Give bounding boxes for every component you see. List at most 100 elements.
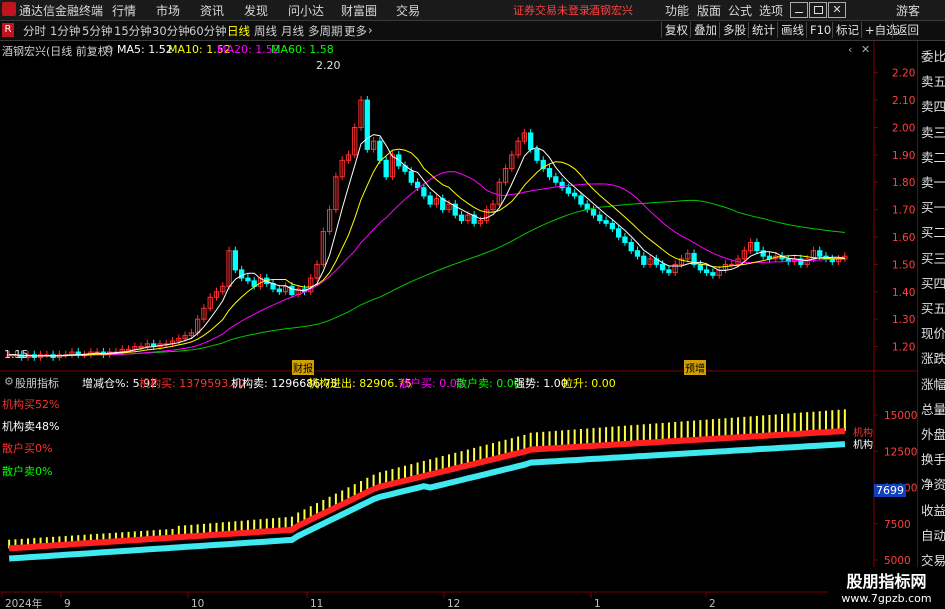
ma60-label: MA60: 1.58: [271, 43, 334, 56]
statistics-button[interactable]: 统计: [748, 22, 778, 38]
menu-item-market[interactable]: 市场: [156, 2, 180, 19]
r-badge[interactable]: R: [2, 23, 14, 37]
side-panel-item-17[interactable]: 净资: [921, 474, 945, 493]
tab-monthly[interactable]: 月线: [281, 23, 304, 39]
menu-item-options[interactable]: 选项: [759, 2, 783, 19]
ma5-label: MA5: 1.52: [117, 43, 173, 56]
candle-body: [616, 228, 622, 238]
candle-body: [289, 285, 295, 296]
candle-body: [703, 269, 710, 274]
indicator-tick-label: 15000: [884, 410, 917, 422]
stock-name-tab[interactable]: 酒钢宏兴: [589, 2, 633, 18]
low-annotation: 1.15: [4, 348, 29, 361]
adjust-button[interactable]: 复权: [661, 22, 691, 38]
side-panel-item-4[interactable]: 卖二: [921, 147, 945, 166]
price-tick-label: 2.20: [892, 68, 915, 80]
menu-item-function[interactable]: 功能: [665, 2, 689, 19]
candle-body: [232, 250, 238, 271]
overlay-button[interactable]: 叠加: [690, 22, 720, 38]
tab-more[interactable]: 更多: [344, 23, 367, 39]
candle-body: [697, 263, 703, 271]
side-panel-item-14[interactable]: 总量: [921, 399, 945, 418]
tab-multi-period[interactable]: 多周期: [308, 23, 343, 39]
draw-line-button[interactable]: 画线: [777, 22, 807, 38]
side-panel-item-18[interactable]: 收益: [921, 500, 945, 519]
side-panel-item-11[interactable]: 现价: [921, 323, 945, 342]
current-value-badge: 7699: [874, 484, 906, 497]
tab-timeshare[interactable]: 分时: [23, 23, 46, 39]
expand-chevron-icon[interactable]: ‹: [848, 43, 852, 56]
side-panel-item-12[interactable]: 涨跌: [921, 348, 945, 367]
settings-gear-icon[interactable]: ⚙: [104, 43, 114, 56]
minimize-icon[interactable]: [790, 2, 808, 18]
side-panel-item-7[interactable]: 买二: [921, 222, 945, 241]
indicator-value-1: 机构买: 1379593.50: [139, 377, 246, 390]
side-panel-item-3[interactable]: 卖三: [921, 122, 945, 141]
menu-item-ask[interactable]: 问小达: [288, 2, 324, 19]
tab-5min[interactable]: 5分钟: [82, 23, 112, 39]
side-label-inst-buy: 机构买52%: [2, 398, 60, 411]
back-button[interactable]: 返回: [892, 22, 922, 38]
indicator-tick-label: 5000: [884, 555, 911, 567]
trade-login-status[interactable]: 证券交易未登录: [513, 2, 590, 18]
side-panel-item-10[interactable]: 买五: [921, 298, 945, 317]
candle-body: [754, 241, 760, 252]
candle-body: [125, 348, 132, 351]
menu-item-layout[interactable]: 版面: [697, 2, 721, 19]
side-label-retail-buy: 散户买0%: [2, 442, 53, 455]
tab-daily[interactable]: 日线: [227, 23, 250, 39]
side-panel-item-19[interactable]: 自动: [921, 525, 945, 544]
side-panel-item-6[interactable]: 买一: [921, 197, 945, 216]
event-marker-forecast[interactable]: 预增: [684, 360, 706, 375]
menu-item-news[interactable]: 资讯: [200, 2, 224, 19]
date-tick-label: 12: [447, 598, 460, 609]
f10-button[interactable]: F10: [806, 22, 834, 38]
menu-item-wealth[interactable]: 财富圈: [341, 2, 377, 19]
side-panel-item-2[interactable]: 卖四: [921, 96, 945, 115]
candle-body: [628, 241, 634, 252]
side-panel-item-13[interactable]: 涨幅: [921, 374, 945, 393]
guest-user[interactable]: 游客: [896, 2, 920, 19]
chevron-right-icon[interactable]: ›: [368, 23, 373, 37]
menu-item-trade[interactable]: 交易: [396, 2, 420, 19]
tab-weekly[interactable]: 周线: [254, 23, 277, 39]
mark-button[interactable]: 标记: [832, 22, 862, 38]
period-toolbar: R 分时 1分钟 5分钟 15分钟 30分钟 60分钟 日线 周线 月线 多周期…: [0, 21, 945, 41]
candle-body: [659, 263, 666, 271]
indicator-gear-icon[interactable]: ⚙: [4, 375, 14, 388]
date-tick-label: 11: [310, 598, 323, 609]
side-label-retail-sell: 散户卖0%: [2, 465, 53, 478]
restore-icon[interactable]: [809, 2, 827, 18]
candle-body: [458, 214, 465, 222]
candle-body: [546, 168, 553, 178]
side-panel-item-16[interactable]: 换手: [921, 449, 945, 468]
candle-body: [427, 195, 433, 205]
close-icon[interactable]: ✕: [828, 2, 846, 18]
indicator-value-7: 拉升: 0.00: [562, 377, 616, 390]
menu-item-discover[interactable]: 发现: [244, 2, 268, 19]
candle-body: [534, 148, 540, 161]
side-panel-item-9[interactable]: 买四: [921, 273, 945, 292]
event-marker-report[interactable]: 财报: [292, 360, 314, 375]
tab-1min[interactable]: 1分钟: [50, 23, 80, 39]
candle-body: [245, 277, 251, 282]
indicator-tick-label: 12500: [884, 446, 917, 458]
side-panel-item-0[interactable]: 委比: [921, 46, 945, 65]
candle-body: [565, 187, 572, 194]
tab-60min[interactable]: 60分钟: [189, 23, 227, 39]
candle-body: [634, 250, 641, 257]
indicator-value-5: 散户卖: 0.00: [456, 377, 521, 390]
close-panel-icon[interactable]: ✕: [861, 43, 870, 56]
tab-30min[interactable]: 30分钟: [152, 23, 190, 39]
menu-item-formula[interactable]: 公式: [728, 2, 752, 19]
side-panel-item-8[interactable]: 买三: [921, 248, 945, 267]
candle-body: [666, 269, 672, 274]
multi-stock-button[interactable]: 多股: [719, 22, 749, 38]
side-panel-item-1[interactable]: 卖五: [921, 71, 945, 90]
tab-15min[interactable]: 15分钟: [114, 23, 152, 39]
menu-item-quotes[interactable]: 行情: [112, 2, 136, 19]
candle-body: [578, 195, 584, 205]
side-panel-item-15[interactable]: 外盘: [921, 424, 945, 443]
side-panel-item-5[interactable]: 卖一: [921, 172, 945, 191]
chart-area[interactable]: 2.20 2.10 2.00 1.90 1.80 1.70 1.60 1.50 1.40 1.30…: [0, 41, 917, 609]
